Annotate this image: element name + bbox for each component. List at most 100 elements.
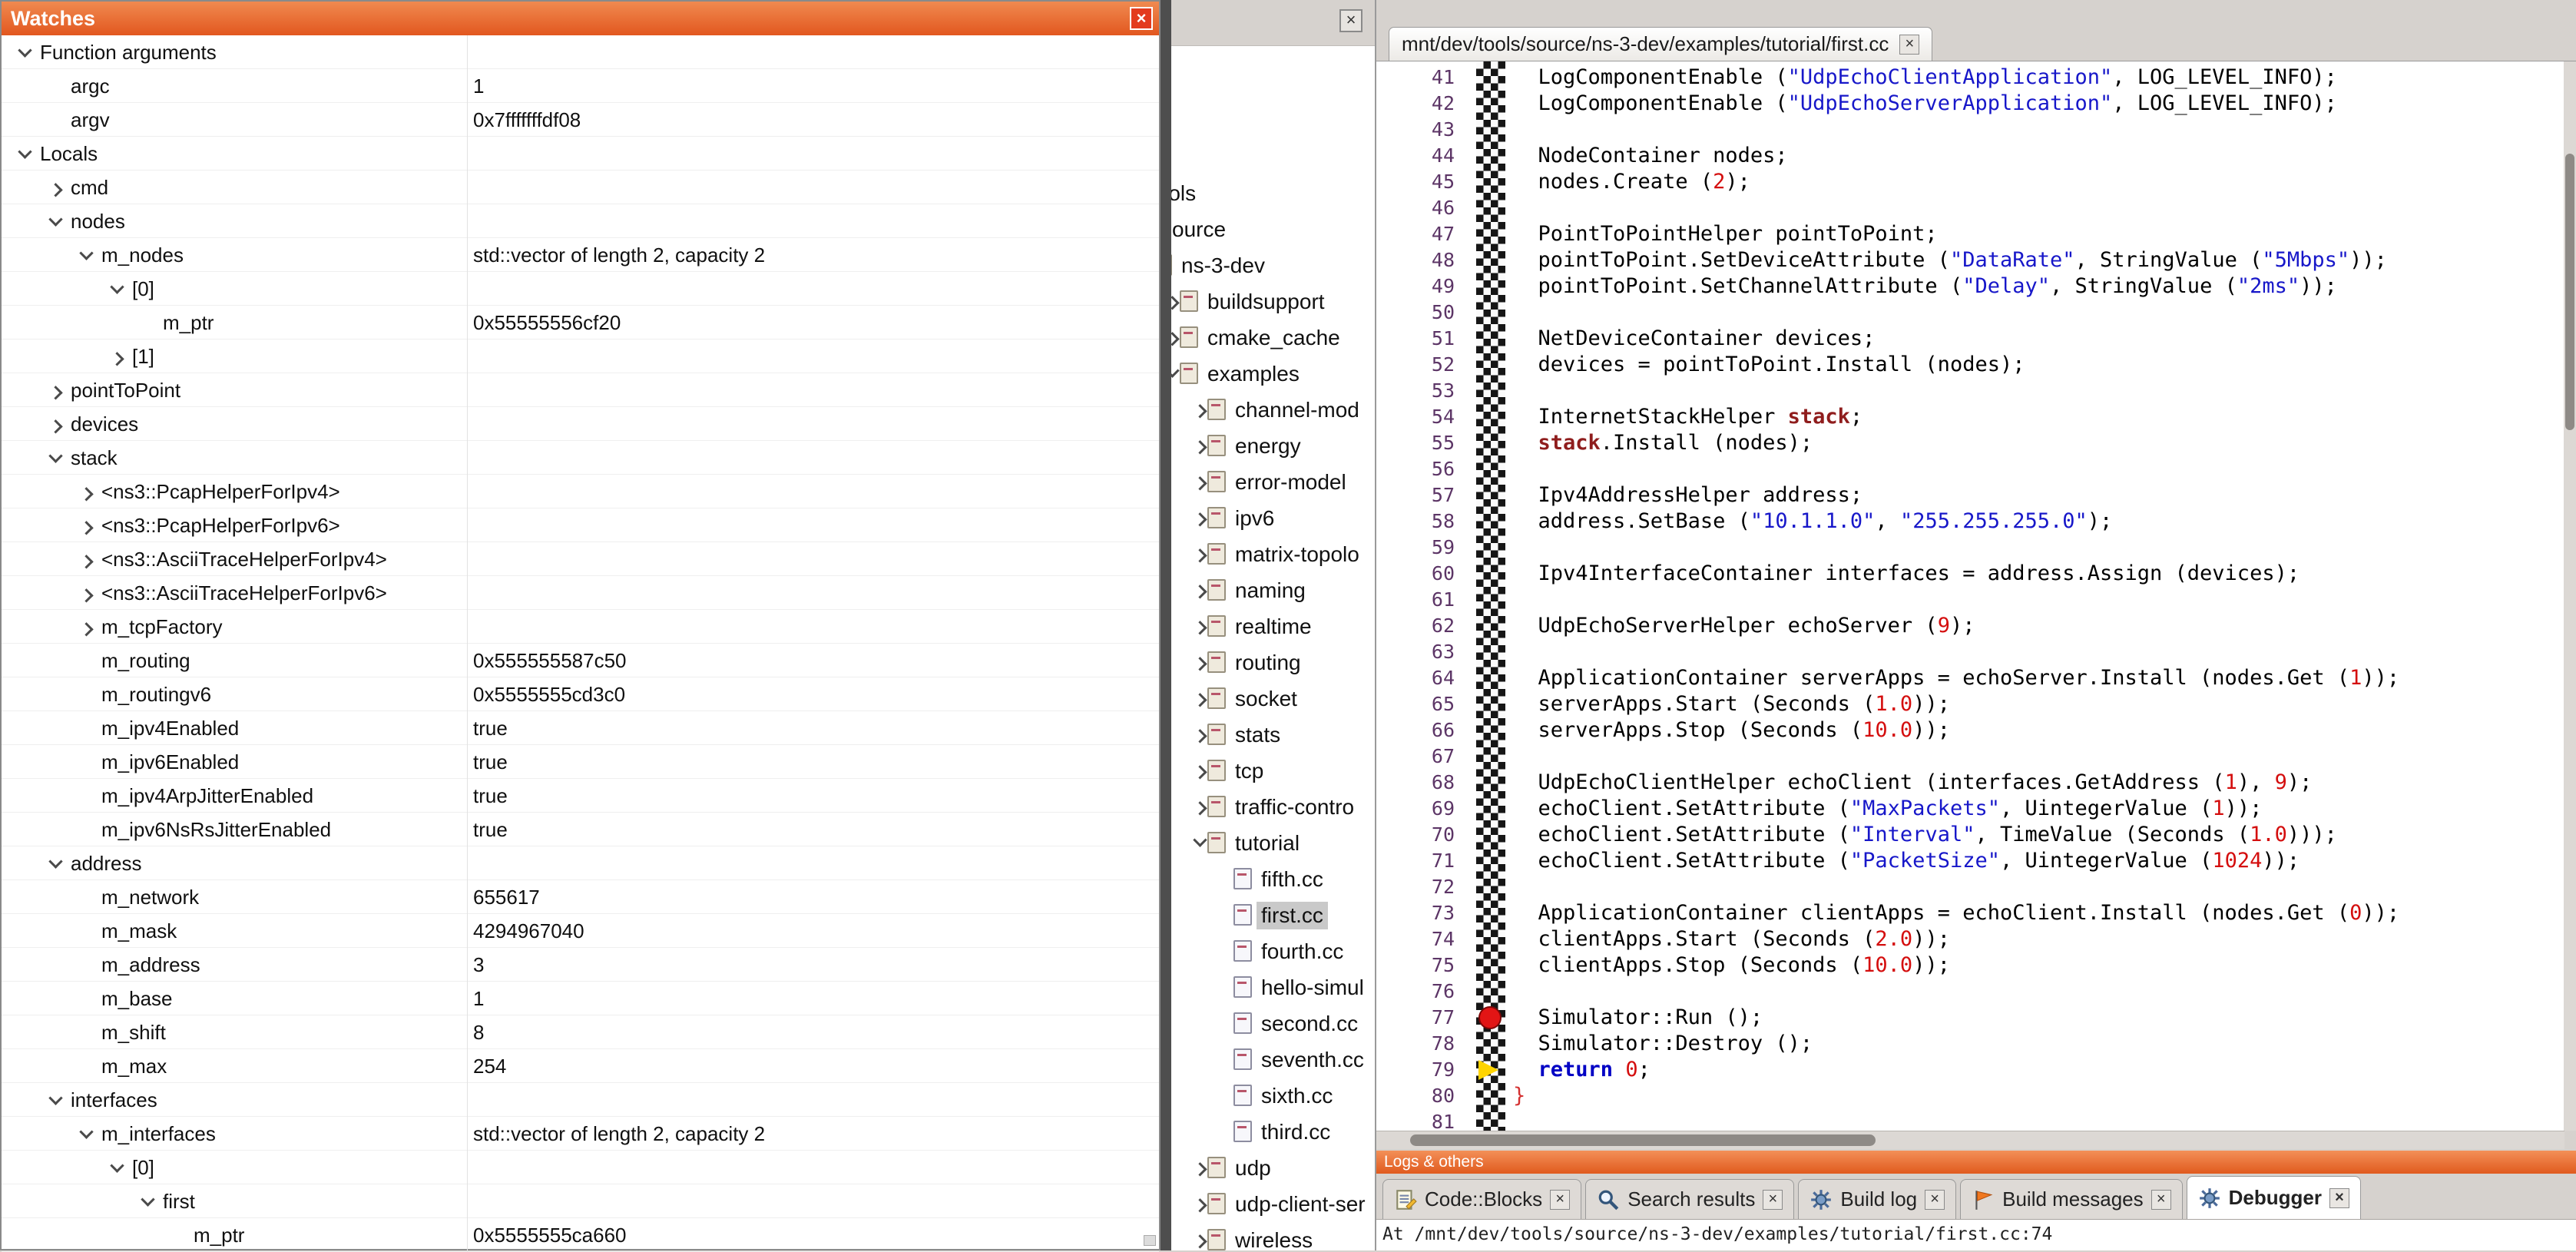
chevron-right-icon[interactable] bbox=[46, 178, 65, 197]
logs-tab-search-results[interactable]: Search results× bbox=[1585, 1179, 1794, 1219]
code-line[interactable]: Ipv4InterfaceContainer interfaces = addr… bbox=[1513, 561, 2399, 587]
chevron-right-icon[interactable] bbox=[1190, 652, 1209, 671]
chevron-right-icon[interactable] bbox=[1190, 1230, 1209, 1248]
breakpoint-icon[interactable] bbox=[1478, 1006, 1502, 1029]
line-number[interactable]: 57 bbox=[1376, 482, 1465, 508]
editor-tab-first-cc[interactable]: mnt/dev/tools/source/ns-3-dev/examples/t… bbox=[1389, 27, 1932, 61]
chevron-down-icon[interactable] bbox=[46, 449, 65, 467]
code-line[interactable] bbox=[1513, 1109, 2399, 1131]
chevron-down-icon[interactable] bbox=[77, 1124, 95, 1143]
chevron-right-icon[interactable] bbox=[46, 381, 65, 399]
chevron-right-icon[interactable] bbox=[77, 584, 95, 602]
line-number[interactable]: 45 bbox=[1376, 169, 1465, 195]
watch-row[interactable]: argc1 bbox=[2, 69, 1159, 103]
watch-row[interactable]: nodes bbox=[2, 204, 1159, 238]
chevron-right-icon[interactable] bbox=[1190, 760, 1209, 779]
watch-row[interactable]: m_network655617 bbox=[2, 880, 1159, 914]
code-line[interactable] bbox=[1513, 456, 2399, 482]
line-number[interactable]: 49 bbox=[1376, 273, 1465, 300]
chevron-right-icon[interactable] bbox=[108, 347, 126, 366]
line-number[interactable]: 46 bbox=[1376, 195, 1465, 221]
watch-row[interactable]: m_ipv4ArpJitterEnabledtrue bbox=[2, 779, 1159, 813]
chevron-down-icon[interactable] bbox=[15, 144, 34, 163]
code-line[interactable] bbox=[1513, 378, 2399, 404]
watch-row[interactable]: [0] bbox=[2, 272, 1159, 306]
code-line[interactable]: ApplicationContainer serverApps = echoSe… bbox=[1513, 665, 2399, 691]
code-line[interactable]: PointToPointHelper pointToPoint; bbox=[1513, 221, 2399, 247]
watch-row[interactable]: argv0x7fffffffdf08 bbox=[2, 103, 1159, 137]
watches-titlebar[interactable]: Watches × bbox=[2, 2, 1159, 35]
code-line[interactable]: devices = pointToPoint.Install (nodes); bbox=[1513, 352, 2399, 378]
chevron-right-icon[interactable] bbox=[1190, 508, 1209, 526]
line-number[interactable]: 48 bbox=[1376, 247, 1465, 273]
logs-tab-debugger[interactable]: Debugger× bbox=[2187, 1176, 2361, 1219]
code-line[interactable]: ApplicationContainer clientApps = echoCl… bbox=[1513, 900, 2399, 926]
chevron-down-icon[interactable] bbox=[108, 280, 126, 298]
chevron-right-icon[interactable] bbox=[77, 618, 95, 636]
chevron-right-icon[interactable] bbox=[77, 550, 95, 568]
watch-row[interactable]: m_ipv6NsRsJitterEnabledtrue bbox=[2, 813, 1159, 846]
line-number[interactable]: 53 bbox=[1376, 378, 1465, 404]
line-number[interactable]: 66 bbox=[1376, 717, 1465, 744]
chevron-right-icon[interactable] bbox=[1190, 797, 1209, 815]
watch-row[interactable]: pointToPoint bbox=[2, 373, 1159, 407]
column-divider[interactable] bbox=[467, 35, 468, 1252]
close-icon[interactable]: × bbox=[1763, 1190, 1783, 1210]
line-number[interactable]: 70 bbox=[1376, 822, 1465, 848]
chevron-right-icon[interactable] bbox=[1190, 1158, 1209, 1176]
resize-grip[interactable] bbox=[1144, 1235, 1156, 1246]
watch-row[interactable]: <ns3::AsciiTraceHelperForIpv6> bbox=[2, 576, 1159, 610]
panel-divider[interactable] bbox=[1161, 0, 1171, 1250]
watch-row[interactable]: Locals bbox=[2, 137, 1159, 171]
close-icon[interactable]: × bbox=[2151, 1190, 2171, 1210]
close-icon[interactable]: × bbox=[1130, 7, 1153, 30]
code-line[interactable]: nodes.Create (2); bbox=[1513, 169, 2399, 195]
watch-row[interactable]: m_interfacesstd::vector of length 2, cap… bbox=[2, 1117, 1159, 1151]
watch-row[interactable]: m_ipv4Enabledtrue bbox=[2, 711, 1159, 745]
logs-panel-titlebar[interactable]: Logs & others bbox=[1376, 1151, 2576, 1174]
line-number[interactable]: 75 bbox=[1376, 952, 1465, 979]
chevron-down-icon[interactable] bbox=[108, 1158, 126, 1177]
watch-row[interactable]: m_max254 bbox=[2, 1049, 1159, 1083]
line-number[interactable]: 58 bbox=[1376, 508, 1465, 535]
code-line[interactable] bbox=[1513, 587, 2399, 613]
code-line[interactable]: NodeContainer nodes; bbox=[1513, 143, 2399, 169]
code-line[interactable]: stack.Install (nodes); bbox=[1513, 430, 2399, 456]
line-number[interactable]: 47 bbox=[1376, 221, 1465, 247]
watch-row[interactable]: m_shift8 bbox=[2, 1015, 1159, 1049]
watch-row[interactable]: <ns3::AsciiTraceHelperForIpv4> bbox=[2, 542, 1159, 576]
code-line[interactable]: Simulator::Destroy (); bbox=[1513, 1031, 2399, 1057]
logs-tab-code-blocks[interactable]: Code::Blocks× bbox=[1382, 1179, 1581, 1219]
line-number[interactable]: 64 bbox=[1376, 665, 1465, 691]
code-line[interactable]: serverApps.Stop (Seconds (10.0)); bbox=[1513, 717, 2399, 744]
line-number[interactable]: 65 bbox=[1376, 691, 1465, 717]
line-number[interactable]: 61 bbox=[1376, 587, 1465, 613]
watch-row[interactable]: address bbox=[2, 846, 1159, 880]
line-number[interactable]: 74 bbox=[1376, 926, 1465, 952]
line-number[interactable]: 77 bbox=[1376, 1005, 1465, 1031]
watch-row[interactable]: m_nodesstd::vector of length 2, capacity… bbox=[2, 238, 1159, 272]
line-number[interactable]: 79 bbox=[1376, 1057, 1465, 1083]
line-number[interactable]: 50 bbox=[1376, 300, 1465, 326]
code-line[interactable]: echoClient.SetAttribute ("PacketSize", U… bbox=[1513, 848, 2399, 874]
watch-row[interactable]: [0] bbox=[2, 1151, 1159, 1184]
code-line[interactable] bbox=[1513, 874, 2399, 900]
line-number[interactable]: 73 bbox=[1376, 900, 1465, 926]
code-line[interactable]: InternetStackHelper stack; bbox=[1513, 404, 2399, 430]
code-line[interactable] bbox=[1513, 744, 2399, 770]
watch-row[interactable]: [1] bbox=[2, 339, 1159, 373]
chevron-down-icon[interactable] bbox=[46, 1091, 65, 1109]
watch-row[interactable]: m_base1 bbox=[2, 982, 1159, 1015]
watch-row[interactable]: <ns3::PcapHelperForIpv4> bbox=[2, 475, 1159, 508]
code-line[interactable]: } bbox=[1513, 1083, 2399, 1109]
close-icon[interactable]: × bbox=[1550, 1190, 1570, 1210]
chevron-right-icon[interactable] bbox=[1190, 580, 1209, 598]
chevron-right-icon[interactable] bbox=[1190, 724, 1209, 743]
breakpoint-margin[interactable] bbox=[1476, 61, 1505, 1131]
line-number[interactable]: 63 bbox=[1376, 639, 1465, 665]
line-number[interactable]: 56 bbox=[1376, 456, 1465, 482]
line-number[interactable]: 60 bbox=[1376, 561, 1465, 587]
line-number[interactable]: 80 bbox=[1376, 1083, 1465, 1109]
watch-row[interactable]: m_routing0x555555587c50 bbox=[2, 644, 1159, 677]
code-line[interactable]: NetDeviceContainer devices; bbox=[1513, 326, 2399, 352]
